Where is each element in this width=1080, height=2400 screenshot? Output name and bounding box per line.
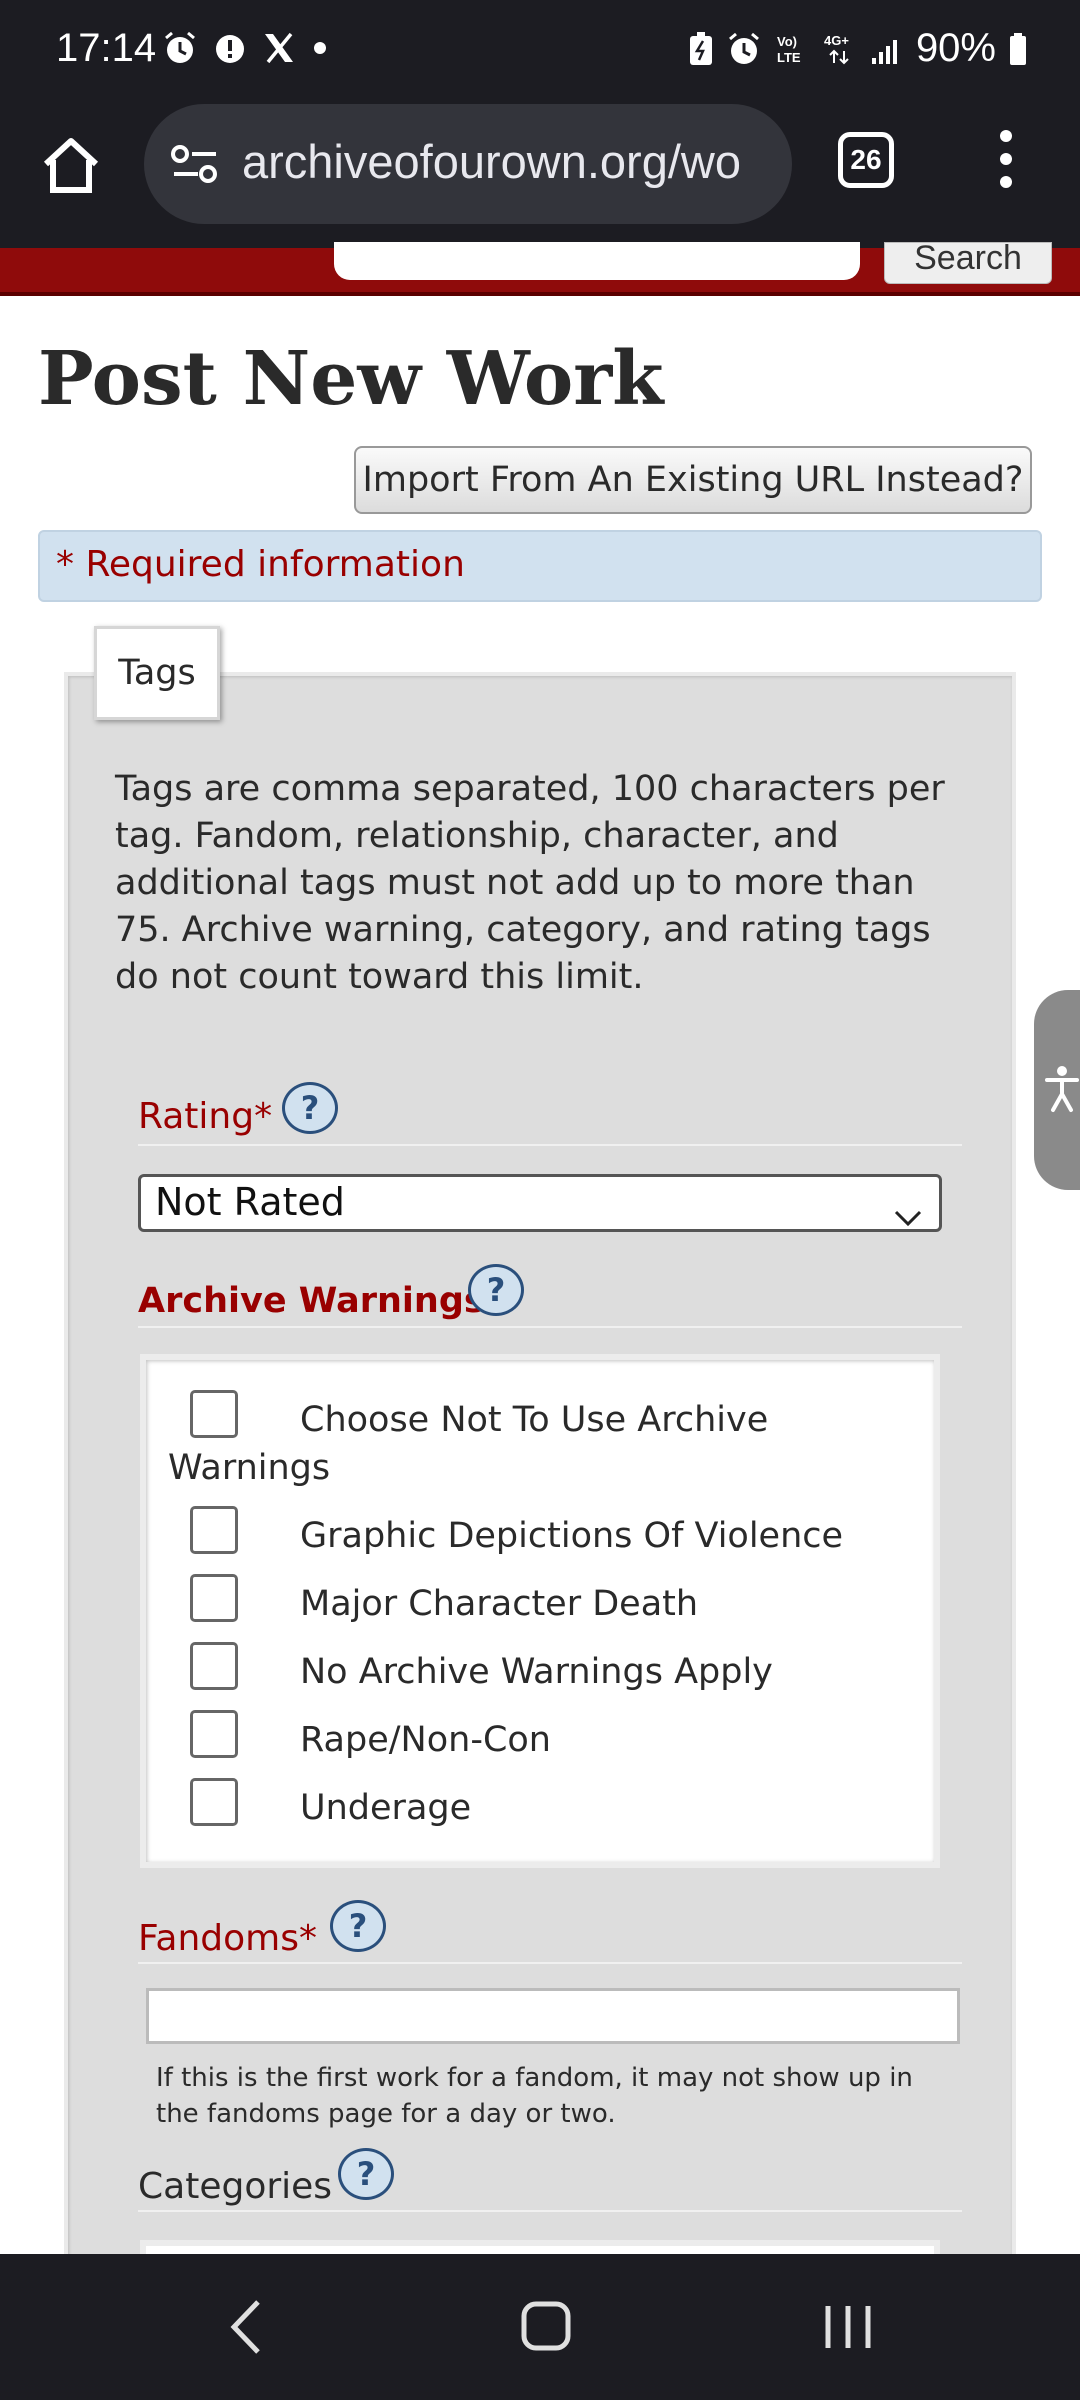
divider <box>138 1326 962 1328</box>
archive-warnings-list: Choose Not To Use Archive Warnings Graph… <box>140 1354 940 1868</box>
battery-saver-icon <box>688 31 714 67</box>
rating-selected-value: Not Rated <box>155 1180 345 1224</box>
back-icon[interactable] <box>226 2294 266 2364</box>
4g-icon: 4G+ <box>822 31 858 67</box>
warning-label: No Archive Warnings Apply <box>300 1652 773 1692</box>
status-time: 17:14 <box>56 26 157 70</box>
fandoms-note: If this is the first work for a fandom, … <box>156 2063 913 2129</box>
tags-legend: Tags <box>94 626 220 720</box>
import-url-button[interactable]: Import From An Existing URL Instead? <box>354 446 1032 514</box>
x-app-icon <box>262 31 296 65</box>
rating-select[interactable]: Not Rated <box>138 1174 942 1232</box>
warning-label: Rape/Non-Con <box>300 1720 551 1760</box>
warning-option[interactable]: No Archive Warnings Apply <box>190 1642 930 1698</box>
archive-warnings-help-button[interactable]: ? <box>468 1264 524 1316</box>
volte-icon: Vo) LTE <box>774 31 810 67</box>
fandoms-input[interactable] <box>146 1988 960 2044</box>
site-settings-icon[interactable] <box>170 142 220 190</box>
warning-checkbox[interactable] <box>190 1574 238 1622</box>
rating-help-button[interactable]: ? <box>282 1082 338 1134</box>
warning-checkbox[interactable] <box>190 1642 238 1690</box>
status-bar: 17:14 Vo) LTE 4G+ 90% <box>0 0 1080 100</box>
warning-option[interactable]: Major Character Death <box>190 1574 930 1630</box>
warning-label-continued: Warnings <box>168 1448 331 1488</box>
warning-checkbox[interactable] <box>190 1778 238 1826</box>
network-label: 4G+ <box>824 33 849 48</box>
accessibility-icon <box>1045 1066 1079 1112</box>
site-search-input[interactable] <box>334 242 860 280</box>
warning-label: Major Character Death <box>300 1584 699 1624</box>
fandoms-label: Fandoms* <box>138 1918 317 1959</box>
chevron-down-icon <box>893 1191 923 1241</box>
signal-icon <box>870 32 904 66</box>
divider <box>138 2210 962 2212</box>
warning-option[interactable]: Rape/Non-Con <box>190 1710 930 1766</box>
system-nav-bar <box>0 2254 1080 2400</box>
warning-checkbox[interactable] <box>190 1710 238 1758</box>
battery-percent: 90% <box>915 26 996 70</box>
alarm-icon <box>162 30 198 66</box>
page-title: Post New Work <box>38 336 664 422</box>
more-menu-icon[interactable] <box>996 130 1016 200</box>
rating-label: Rating* <box>138 1096 273 1137</box>
alarm-icon <box>726 31 762 67</box>
home-icon <box>43 138 99 193</box>
battery-icon <box>1008 31 1028 67</box>
recents-icon[interactable] <box>820 2294 876 2364</box>
url-bar[interactable]: archiveofourown.org/wo <box>144 104 792 224</box>
svg-text:LTE: LTE <box>777 50 801 65</box>
warning-checkbox[interactable] <box>190 1390 238 1438</box>
warning-label: Graphic Depictions Of Violence <box>300 1516 844 1556</box>
warning-option[interactable]: Graphic Depictions Of Violence <box>190 1506 930 1562</box>
warning-option[interactable]: Choose Not To Use Archive Warnings <box>168 1390 930 1490</box>
fandoms-help-button[interactable]: ? <box>330 1900 386 1952</box>
warning-checkbox[interactable] <box>190 1506 238 1554</box>
tags-intro-text: Tags are comma separated, 100 characters… <box>115 769 945 997</box>
warning-label: Choose Not To Use Archive <box>300 1400 769 1440</box>
tab-switcher-button[interactable]: 26 <box>838 132 894 188</box>
archive-warnings-label: Archive Warnings* <box>138 1281 504 1321</box>
warning-label: Underage <box>300 1788 472 1828</box>
accessibility-button[interactable] <box>1034 990 1080 1190</box>
browser-toolbar: archiveofourown.org/wo 26 <box>0 100 1080 248</box>
url-text[interactable]: archiveofourown.org/wo <box>242 134 782 189</box>
home-button[interactable] <box>38 132 104 198</box>
warning-option[interactable]: Underage <box>190 1778 930 1834</box>
alert-icon <box>212 30 248 66</box>
divider <box>138 1962 962 1964</box>
dot-icon <box>310 38 330 58</box>
divider <box>138 1144 962 1146</box>
home-nav-icon[interactable] <box>518 2294 574 2364</box>
site-search-button[interactable]: Search <box>884 241 1052 284</box>
svg-text:Vo): Vo) <box>777 34 797 49</box>
required-info-notice: * Required information <box>38 530 1042 602</box>
categories-label: Categories <box>138 2166 333 2207</box>
categories-help-button[interactable]: ? <box>338 2148 394 2200</box>
site-header: Search <box>0 241 1080 296</box>
